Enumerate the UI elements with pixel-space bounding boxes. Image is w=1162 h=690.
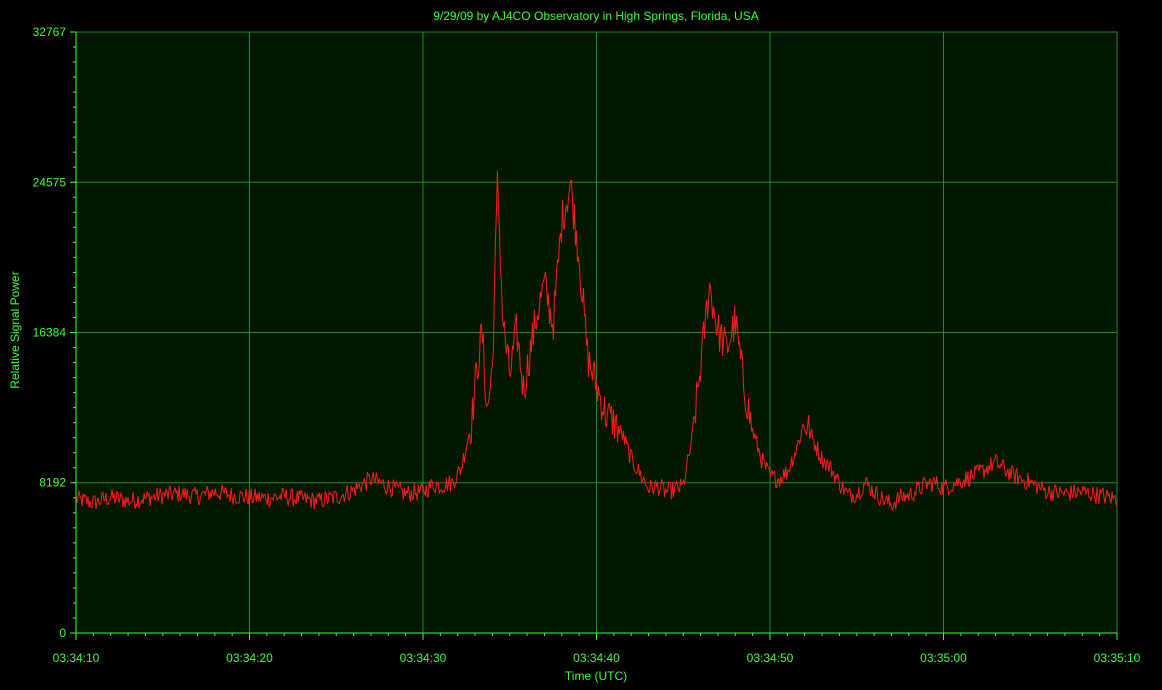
- x-tick-label: 03:34:10: [53, 651, 100, 665]
- x-tick-label: 03:34:50: [747, 651, 794, 665]
- x-axis-title: Time (UTC): [565, 669, 627, 683]
- x-tick-label: 03:35:00: [920, 651, 967, 665]
- x-tick-label: 03:34:40: [573, 651, 620, 665]
- y-tick-label: 0: [59, 626, 66, 640]
- x-tick-label: 03:34:20: [226, 651, 273, 665]
- x-tick-label: 03:34:30: [400, 651, 447, 665]
- y-tick-label: 16384: [33, 325, 67, 339]
- y-axis-title: Relative Signal Power: [8, 271, 22, 388]
- y-tick-label: 24575: [33, 175, 67, 189]
- x-tick-label: 03:35:10: [1094, 651, 1141, 665]
- y-tick-label: 32767: [33, 25, 67, 39]
- y-tick-label: 8192: [39, 476, 66, 490]
- signal-power-chart: 0 8192 16384 24575 32767 03:34:10 03:34:20 03:…: [0, 0, 1162, 690]
- chart-title: 9/29/09 by AJ4CO Observatory in High Spr…: [433, 9, 758, 23]
